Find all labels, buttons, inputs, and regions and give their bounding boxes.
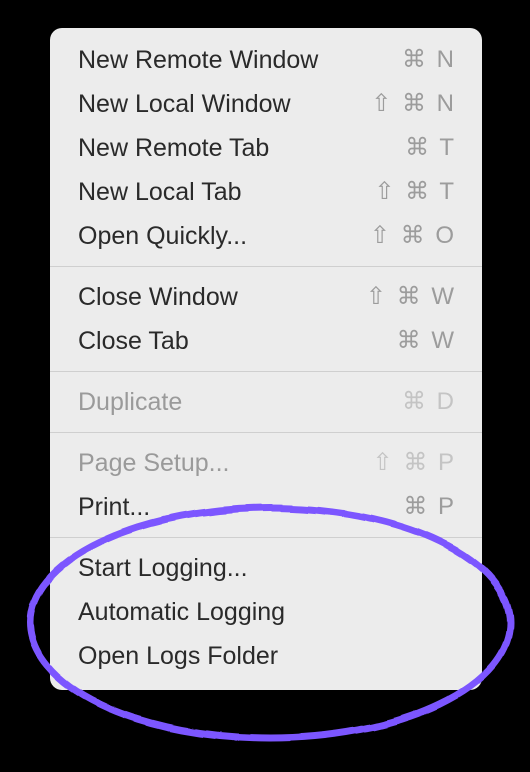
- menu-item-shortcut: ⌘ D: [402, 385, 456, 419]
- menu-item-label: Close Window: [78, 280, 238, 314]
- menu-item-label: New Local Tab: [78, 175, 242, 209]
- menu-item-label: New Local Window: [78, 87, 291, 121]
- menu-item-new-remote-window[interactable]: New Remote Window ⌘ N: [50, 38, 482, 82]
- menu-item-label: Automatic Logging: [78, 595, 285, 629]
- menu-item-label: Page Setup...: [78, 446, 230, 480]
- menu-item-close-window[interactable]: Close Window ⇧ ⌘ W: [50, 275, 482, 319]
- menu-item-new-remote-tab[interactable]: New Remote Tab ⌘ T: [50, 126, 482, 170]
- menu-item-label: Open Quickly...: [78, 219, 247, 253]
- menu-item-new-local-tab[interactable]: New Local Tab ⇧ ⌘ T: [50, 170, 482, 214]
- menu-item-print[interactable]: Print... ⌘ P: [50, 485, 482, 529]
- menu-item-shortcut: ⇧ ⌘ O: [370, 219, 456, 253]
- context-menu: New Remote Window ⌘ N New Local Window ⇧…: [50, 28, 482, 690]
- menu-item-shortcut: ⇧ ⌘ N: [371, 87, 456, 121]
- menu-item-automatic-logging[interactable]: Automatic Logging: [50, 590, 482, 634]
- menu-item-label: Close Tab: [78, 324, 189, 358]
- menu-item-start-logging[interactable]: Start Logging...: [50, 546, 482, 590]
- menu-separator: [50, 371, 482, 372]
- menu-item-new-local-window[interactable]: New Local Window ⇧ ⌘ N: [50, 82, 482, 126]
- menu-item-page-setup: Page Setup... ⇧ ⌘ P: [50, 441, 482, 485]
- menu-item-label: Duplicate: [78, 385, 182, 419]
- menu-separator: [50, 432, 482, 433]
- menu-item-label: New Remote Tab: [78, 131, 269, 165]
- menu-item-open-logs-folder[interactable]: Open Logs Folder: [50, 634, 482, 678]
- menu-item-label: Open Logs Folder: [78, 639, 278, 673]
- stage: New Remote Window ⌘ N New Local Window ⇧…: [0, 0, 530, 772]
- menu-item-shortcut: ⌘ T: [405, 131, 456, 165]
- menu-item-label: Print...: [78, 490, 150, 524]
- menu-item-close-tab[interactable]: Close Tab ⌘ W: [50, 319, 482, 363]
- menu-separator: [50, 537, 482, 538]
- menu-item-shortcut: ⌘ N: [402, 43, 456, 77]
- menu-item-shortcut: ⌘ W: [397, 324, 456, 358]
- menu-item-duplicate: Duplicate ⌘ D: [50, 380, 482, 424]
- menu-separator: [50, 266, 482, 267]
- menu-item-shortcut: ⇧ ⌘ W: [366, 280, 456, 314]
- menu-item-shortcut: ⇧ ⌘ P: [373, 446, 456, 480]
- menu-item-shortcut: ⇧ ⌘ T: [374, 175, 456, 209]
- menu-item-shortcut: ⌘ P: [403, 490, 456, 524]
- menu-item-label: Start Logging...: [78, 551, 248, 585]
- menu-item-open-quickly[interactable]: Open Quickly... ⇧ ⌘ O: [50, 214, 482, 258]
- menu-item-label: New Remote Window: [78, 43, 318, 77]
